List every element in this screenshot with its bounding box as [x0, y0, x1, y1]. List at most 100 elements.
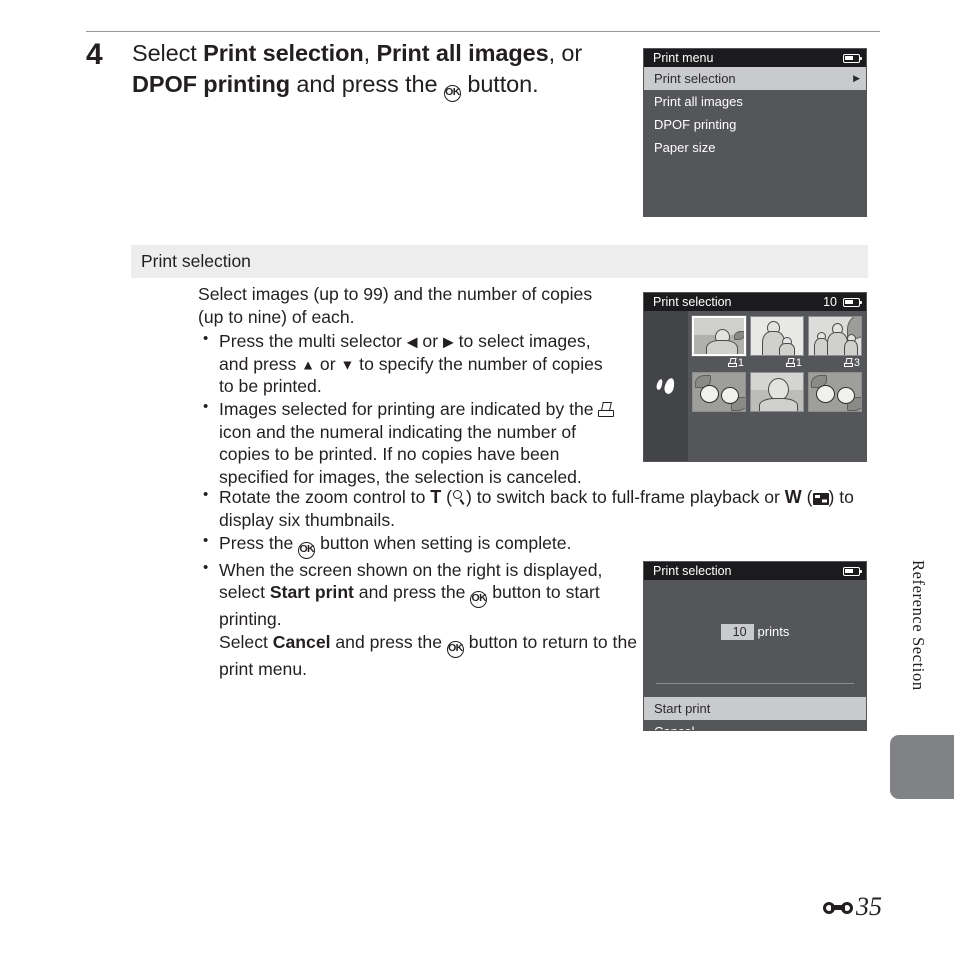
- print-order-icon: [785, 358, 795, 367]
- print-selection-title: Print selection: [653, 295, 732, 309]
- step-bold-print-all-images: Print all images: [376, 40, 549, 66]
- section-header: Print selection: [131, 245, 868, 278]
- menu-item-dpof-printing[interactable]: DPOF printing: [644, 113, 866, 136]
- thumbnail-grid-icon: [812, 492, 829, 505]
- screenshot-print-confirm: Print selection 10prints Start print Can…: [643, 561, 867, 731]
- intro-paragraph: Select images (up to 99) and the number …: [198, 284, 593, 327]
- thumbnail-copies: 1: [750, 356, 804, 370]
- bullet-zoom-control: Rotate the zoom control to T ( ) to switc…: [198, 485, 858, 532]
- print-selection-titlebar: Print selection 10: [644, 293, 866, 311]
- b3-part4: (: [801, 487, 813, 507]
- chevron-right-icon: ▶: [853, 73, 860, 83]
- battery-icon: [843, 297, 863, 307]
- print-order-icon: [598, 402, 615, 418]
- thumbnail-flowers[interactable]: [808, 372, 862, 412]
- start-print-label: Start print: [654, 701, 711, 716]
- b3-part3: ) to switch back to full-frame playback …: [466, 487, 785, 507]
- thumbnail-portrait[interactable]: [750, 372, 804, 412]
- down-arrow-icon: ▼: [340, 356, 355, 373]
- battery-icon: [843, 566, 863, 576]
- b3-part2: (: [441, 487, 452, 507]
- thumbnail-copies: [750, 412, 804, 426]
- thumbnail-row-top: 1 1 3: [691, 315, 862, 370]
- screenshot-print-selection: Print selection 10 1 1 3: [643, 292, 867, 462]
- step-text-post: button.: [460, 71, 539, 98]
- menu-item-print-selection[interactable]: Print selection ▶: [644, 67, 866, 90]
- print-selection-sidebar: [644, 311, 688, 461]
- b1-part2: or: [417, 331, 443, 352]
- side-tab-marker: [890, 735, 954, 799]
- thumbnail-cell[interactable]: [808, 372, 862, 426]
- menu-item-label: DPOF printing: [654, 117, 737, 132]
- thumbnail-copies: [692, 412, 746, 426]
- page-number-value: 35: [856, 892, 882, 921]
- thumbnail-flowers[interactable]: [692, 372, 746, 412]
- print-confirm-title: Print selection: [653, 564, 732, 578]
- thumbnail-row-bottom: [692, 372, 862, 426]
- battery-icon: [843, 53, 863, 63]
- step-bold-print-selection: Print selection: [203, 40, 364, 66]
- b1-part4: or: [315, 353, 341, 374]
- bullet-list-top: Press the multi selector ◀ or ▶ to selec…: [198, 329, 618, 488]
- thumbnail-girl-outdoors[interactable]: [691, 315, 747, 357]
- b4-part2: button when setting is complete.: [315, 532, 572, 553]
- print-menu-title: Print menu: [653, 51, 714, 65]
- divider: [656, 683, 854, 684]
- ok-button-icon: OK: [446, 640, 464, 658]
- bullet-multi-selector: Press the multi selector ◀ or ▶ to selec…: [198, 329, 618, 398]
- menu-item-label: Print all images: [654, 94, 743, 109]
- b3-part1: Rotate the zoom control to: [219, 487, 431, 507]
- b5-part4: Select: [219, 631, 273, 652]
- tele-zoom-label: T: [430, 487, 442, 507]
- page-number: 35: [823, 892, 882, 922]
- thumbnail-cell[interactable]: 3: [808, 316, 862, 370]
- copies-value: 1: [795, 357, 802, 369]
- step-text-pre: Select: [132, 40, 204, 66]
- thumbnail-cell[interactable]: [692, 372, 746, 426]
- step-bold-dpof-printing: DPOF printing: [132, 71, 290, 98]
- step-block: 4 Select Print selection, Print all imag…: [86, 38, 626, 103]
- print-selection-body: 1 1 3: [644, 311, 866, 461]
- step-number: 4: [86, 38, 103, 71]
- cancel-label: Cancel: [654, 724, 694, 730]
- thumbnail-cell[interactable]: 1: [691, 315, 747, 370]
- reference-section-glyph: [823, 899, 853, 916]
- bullet-print-icon: Images selected for printing are indicat…: [198, 397, 618, 488]
- b1-part1: Press the multi selector: [219, 331, 407, 352]
- b5-bold-start-print: Start print: [269, 582, 354, 603]
- thumbnail-family-group[interactable]: [808, 316, 862, 356]
- thumbnail-woman-and-child[interactable]: [750, 316, 804, 356]
- thumbnail-cell[interactable]: 1: [750, 316, 804, 370]
- copies-value: 3: [853, 357, 860, 369]
- step-text-mid: and press the: [289, 71, 444, 98]
- print-order-icon: [727, 358, 737, 367]
- b2-part1: Images selected for printing are indicat…: [219, 398, 599, 419]
- b5-bold-cancel: Cancel: [272, 631, 331, 652]
- step-comma-2: , or: [548, 40, 583, 66]
- thumbnail-cell[interactable]: [750, 372, 804, 426]
- prints-label: prints: [757, 624, 790, 639]
- menu-item-paper-size[interactable]: Paper size: [644, 136, 866, 159]
- print-confirm-titlebar: Print selection: [644, 562, 866, 580]
- magnifier-icon: [452, 490, 466, 505]
- b4-part1: Press the: [219, 532, 299, 553]
- print-menu-titlebar: Print menu: [644, 49, 866, 67]
- b5-part5: and press the: [330, 631, 447, 652]
- screenshot-print-menu: Print menu Print selection ▶ Print all i…: [643, 48, 867, 217]
- menu-item-print-all-images[interactable]: Print all images: [644, 90, 866, 113]
- up-arrow-icon: ▲: [301, 356, 316, 373]
- left-arrow-icon: ◀: [406, 333, 418, 350]
- body-text-top: Select images (up to 99) and the number …: [198, 283, 618, 488]
- side-tab-label: Reference Section: [909, 560, 928, 691]
- thumbnail-copies: 1: [692, 356, 746, 370]
- print-confirm-body: 10prints Start print Cancel: [644, 580, 866, 730]
- menu-item-label: Paper size: [654, 140, 716, 155]
- thumbnail-copies: 3: [808, 356, 862, 370]
- cancel-button[interactable]: Cancel: [644, 720, 866, 730]
- manual-page: 4 Select Print selection, Print all imag…: [0, 0, 954, 954]
- step-comma-1: ,: [363, 40, 377, 66]
- menu-item-label: Print selection: [654, 71, 736, 86]
- ok-button-icon: OK: [298, 541, 316, 559]
- print-order-icon: [843, 358, 853, 367]
- start-print-button[interactable]: Start print: [644, 697, 866, 720]
